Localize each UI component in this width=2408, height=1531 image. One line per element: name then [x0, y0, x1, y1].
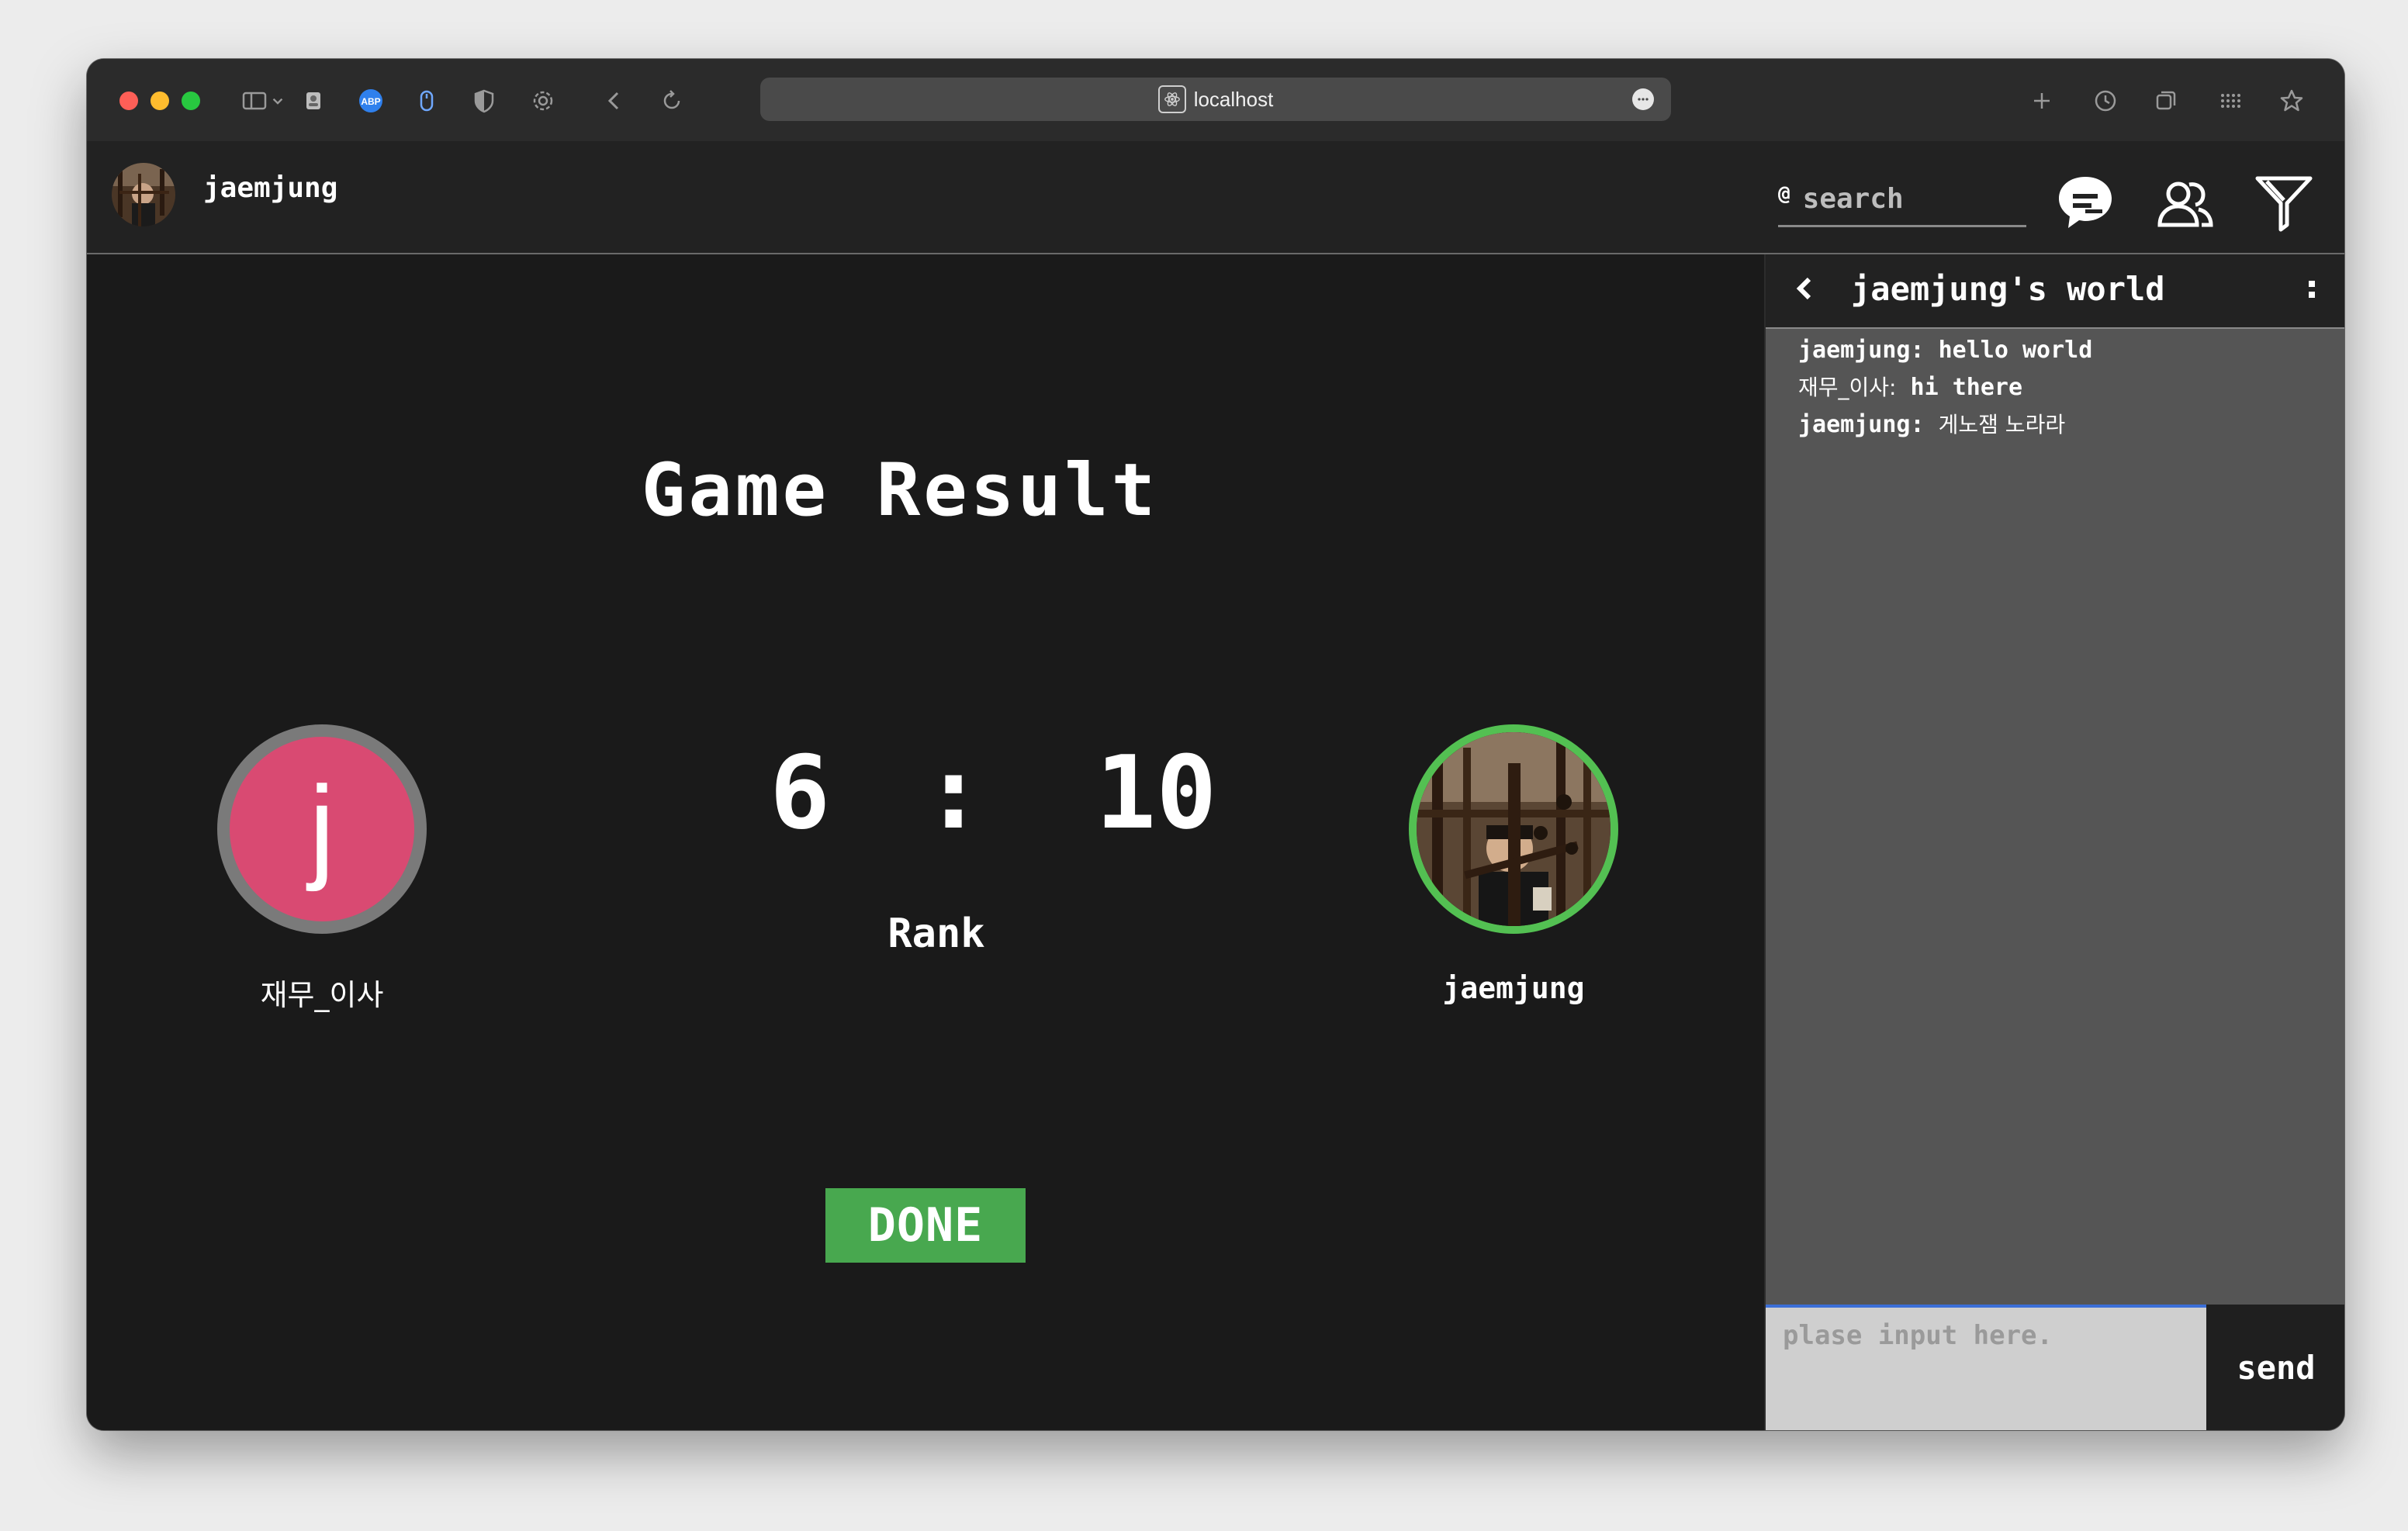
message-text: 게노잼 노라라 [1938, 412, 2066, 437]
done-button[interactable]: DONE [825, 1188, 1026, 1263]
chat-bubble-icon[interactable] [2053, 171, 2118, 236]
player-name: jaemjung [1442, 971, 1585, 1005]
opponent-name: 재무_이사 [260, 978, 384, 1012]
score-separator: : [923, 734, 984, 852]
chat-message: jaemjung: 게노잼 노라라 [1798, 406, 2330, 444]
message-sender: 재무_이사: [1798, 375, 1897, 400]
mouse-extension-icon[interactable] [411, 85, 442, 116]
more-vertical-icon[interactable] [2304, 271, 2320, 306]
grid-apps-icon[interactable] [2214, 85, 2245, 116]
gear-icon[interactable] [528, 85, 559, 116]
send-button[interactable]: send [2206, 1305, 2344, 1430]
browser-window: ABP localhost jaemjung @ search Game Res… [87, 59, 2344, 1430]
shield-icon[interactable] [469, 85, 500, 116]
app-header: jaemjung @ [87, 141, 2344, 254]
search-input[interactable] [1801, 181, 2006, 216]
message-text: hello world [1938, 337, 2093, 364]
game-result-view: Game Result j 재무_이사 6 : 10 Rank jaemjung… [87, 254, 1764, 1430]
chevron-left-icon[interactable] [1790, 271, 1818, 306]
contacts-extension-icon[interactable] [298, 85, 329, 116]
new-tab-icon[interactable] [2026, 85, 2057, 116]
url-text: localhost [1193, 87, 1274, 111]
avatar[interactable] [112, 163, 175, 226]
score-board: 6 : 10 [676, 734, 1235, 852]
chat-header: jaemjung's world [1766, 254, 2344, 329]
chevron-down-icon[interactable] [267, 85, 289, 116]
chat-panel: jaemjung's world jaemjung: hello world 재… [1764, 254, 2344, 1430]
chat-message-input[interactable] [1781, 1318, 2188, 1415]
browser-toolbar: ABP localhost [87, 59, 2344, 142]
svg-text:ABP: ABP [361, 96, 380, 107]
maximize-window-button[interactable] [182, 92, 200, 110]
friends-icon[interactable] [2152, 171, 2217, 236]
close-window-button[interactable] [119, 92, 138, 110]
header-username: jaemjung [203, 172, 338, 204]
tab-overview-icon[interactable] [2150, 85, 2181, 116]
back-arrow-icon[interactable] [599, 85, 630, 116]
address-bar[interactable]: localhost [760, 78, 1671, 121]
opponent-avatar: j [217, 724, 427, 934]
more-options-icon[interactable] [1632, 88, 1654, 110]
sidebar-toggle-icon[interactable] [239, 85, 270, 116]
chat-message: jaemjung: hello world [1798, 332, 2330, 369]
chat-message: 재무_이사: hi there [1798, 369, 2330, 406]
filter-icon[interactable] [2251, 171, 2316, 236]
minimize-window-button[interactable] [150, 92, 169, 110]
chat-room-title: jaemjung's world [1851, 270, 2165, 308]
page-title: Game Result [641, 448, 1159, 533]
message-text: hi there [1910, 374, 2023, 401]
adblock-icon[interactable]: ABP [355, 85, 386, 116]
at-sign-icon: @ [1778, 182, 1790, 206]
score-right: 10 [1095, 734, 1217, 852]
user-search: @ [1778, 172, 2026, 227]
message-sender: jaemjung: [1798, 337, 1925, 364]
score-left: 6 [770, 734, 831, 852]
game-mode-label: Rank [887, 911, 985, 957]
site-favicon-icon [1157, 85, 1186, 113]
opponent-avatar-letter: j [309, 762, 335, 892]
history-icon[interactable] [2090, 85, 2121, 116]
message-sender: jaemjung: [1798, 411, 1925, 438]
bookmark-star-icon[interactable] [2276, 85, 2307, 116]
player-avatar [1409, 724, 1618, 934]
reload-icon[interactable] [656, 85, 687, 116]
chat-input-area [1766, 1305, 2206, 1430]
chat-message-list: jaemjung: hello world 재무_이사: hi there ja… [1798, 332, 2330, 444]
